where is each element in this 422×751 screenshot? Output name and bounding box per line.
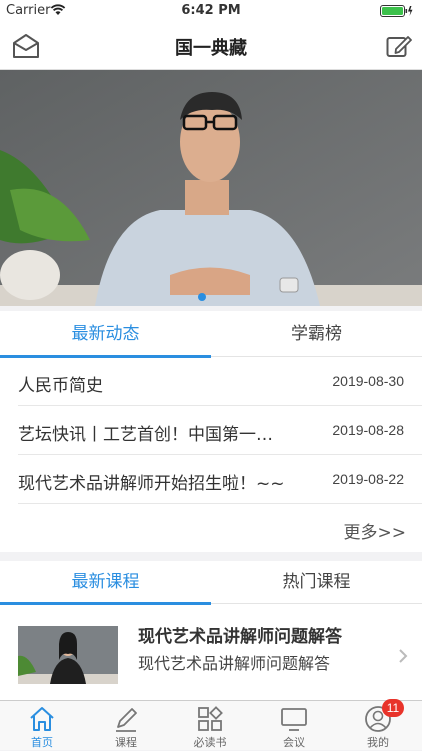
banner-image	[0, 70, 422, 306]
course-title: 现代艺术品讲解师问题解答	[138, 627, 342, 647]
tab-required-books[interactable]: 必读书	[168, 701, 252, 751]
battery-icon	[380, 5, 414, 21]
tab-label: 我的	[367, 736, 389, 749]
nav-bar: 国一典藏	[0, 22, 422, 70]
news-item[interactable]: 艺坛快讯丨工艺首创！中国第一… 2019-08-28	[18, 406, 422, 455]
clock: 6:42 PM	[181, 3, 241, 18]
news-item[interactable]: 人民币简史 2019-08-30	[18, 357, 422, 406]
chevron-right-icon	[398, 648, 408, 668]
tab-meetings[interactable]: 会议	[252, 701, 336, 751]
courses-card: 最新课程 热门课程 现代艺术品讲解师问题解答 现代艺术品讲解师问题解答	[0, 561, 422, 700]
course-item[interactable]: 现代艺术品讲解师问题解答 现代艺术品讲解师问题解答	[0, 604, 422, 694]
news-date: 2019-08-28	[332, 422, 404, 438]
tab-popular-courses[interactable]: 热门课程	[211, 561, 422, 604]
news-tabs: 最新动态 学霸榜	[0, 311, 422, 358]
more-news-link[interactable]: 更多>>	[344, 518, 407, 543]
tab-label: 会议	[283, 736, 305, 749]
bottom-tab-bar: 首页 课程 必读书 会议 11 我的	[0, 699, 422, 751]
news-title: 现代艺术品讲解师开始招生啦！~~	[18, 474, 285, 494]
carousel-page-dot[interactable]	[198, 293, 206, 301]
tab-profile[interactable]: 11 我的	[336, 699, 420, 751]
edit-icon[interactable]	[386, 34, 412, 62]
tab-latest-courses[interactable]: 最新课程	[0, 561, 211, 605]
tab-label: 课程	[115, 736, 137, 749]
news-date: 2019-08-22	[332, 471, 404, 487]
status-bar: Carrier 6:42 PM	[0, 0, 422, 22]
course-thumbnail	[18, 626, 118, 684]
course-tabs: 最新课程 热门课程	[0, 561, 422, 605]
monitor-icon	[280, 705, 308, 733]
tab-label: 必读书	[193, 736, 227, 749]
tab-label: 首页	[31, 736, 53, 749]
grid-icon	[196, 705, 224, 733]
news-date: 2019-08-30	[332, 373, 404, 389]
page-title: 国一典藏	[175, 38, 247, 59]
tab-latest-news[interactable]: 最新动态	[0, 311, 211, 358]
news-card: 最新动态 学霸榜 人民币简史 2019-08-30 艺坛快讯丨工艺首创！中国第一…	[0, 311, 422, 552]
tab-courses[interactable]: 课程	[84, 701, 168, 751]
tab-home[interactable]: 首页	[0, 701, 84, 751]
home-icon	[28, 705, 56, 733]
banner-carousel[interactable]	[0, 70, 422, 306]
news-title: 艺坛快讯丨工艺首创！中国第一…	[18, 425, 273, 445]
course-subtitle: 现代艺术品讲解师问题解答	[138, 654, 331, 673]
news-item[interactable]: 现代艺术品讲解师开始招生啦！~~ 2019-08-22	[18, 455, 422, 504]
pencil-icon	[112, 705, 140, 733]
news-title: 人民币简史	[18, 376, 103, 396]
tab-top-students[interactable]: 学霸榜	[211, 311, 422, 357]
notification-badge: 11	[382, 699, 404, 717]
